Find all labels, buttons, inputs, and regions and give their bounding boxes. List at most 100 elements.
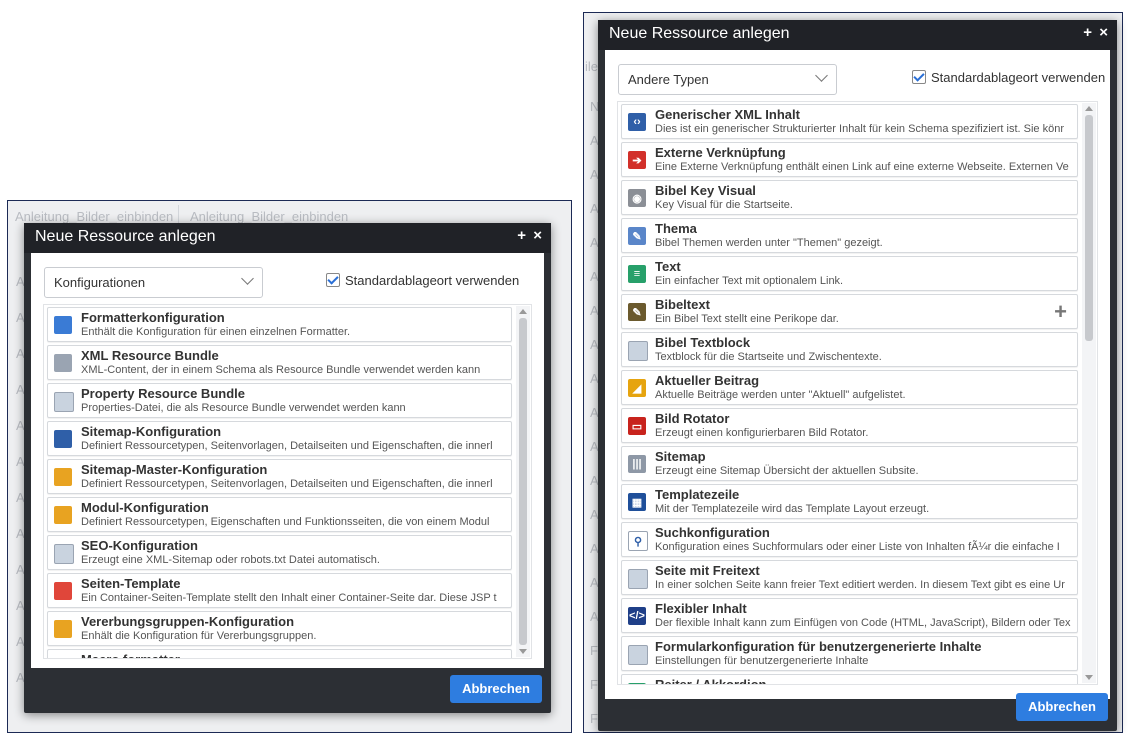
list-item[interactable]: XML Resource Bundle XML-Content, der in e… <box>47 345 512 380</box>
dialog-title: Neue Ressource anlegen <box>609 25 790 42</box>
item-description: Bibel Themen werden unter "Themen" gezei… <box>655 237 883 249</box>
list-item[interactable]: ☰Reiter / AkkordionErzeugt mehrere Reite… <box>621 674 1078 685</box>
list-item[interactable]: Formatterkonfiguration Enthält die Konfig… <box>47 307 512 342</box>
chevron-down-icon <box>815 69 828 82</box>
checkbox-icon <box>326 273 340 287</box>
list-item[interactable]: Seite mit Freitext In einer solchen Seite… <box>621 560 1078 595</box>
item-description: Dies ist ein generischer Strukturierter … <box>655 123 1064 135</box>
wrench-config-icon <box>54 316 72 334</box>
item-title: Seiten-Template <box>81 576 181 591</box>
item-title: Reiter / Akkordion <box>655 677 767 685</box>
dialog-header: Neue Ressource anlegen + × <box>24 223 551 253</box>
item-description: Enthält die Konfiguration für einen einz… <box>81 326 351 338</box>
list-item[interactable]: ≡ Text Ein einfacher Text mit optionalem L… <box>621 256 1078 291</box>
item-title: Property Resource Bundle <box>81 386 245 401</box>
list-item[interactable]: ‹› Generischer XML Inhalt Dies ist ein gen… <box>621 104 1078 139</box>
default-location-checkbox[interactable]: Standardablageort verwenden <box>326 273 519 288</box>
search-icon: ⚲ <box>628 531 648 551</box>
bg-header-cell: Anleitung_Bilder_einbinden <box>190 209 349 224</box>
list-item[interactable]: SEO-Konfiguration Erzeugt eine XML-Sitema… <box>47 535 512 570</box>
add-plus-icon[interactable]: + <box>1054 299 1067 325</box>
list-item[interactable]: Formularkonfiguration für benutzergeneri… <box>621 636 1078 671</box>
scroll-up-arrow-icon[interactable] <box>1085 106 1093 111</box>
item-title: Bibel Textblock <box>655 335 751 350</box>
chevron-down-icon <box>241 272 254 285</box>
scrollbar-thumb[interactable] <box>519 318 527 645</box>
list-scrollbar[interactable] <box>1082 103 1096 683</box>
list-item[interactable]: Sitemap-Master-Konfiguration Definiert Re… <box>47 459 512 494</box>
list-item[interactable]: ➔ Externe Verknüpfung Eine Externe Verknüp… <box>621 142 1078 177</box>
item-description: Ein einfacher Text mit optionalem Link. <box>655 275 844 287</box>
close-button[interactable]: × <box>1099 24 1108 41</box>
list-item[interactable]: ◢ Aktueller Beitrag Aktuelle Beiträge werd… <box>621 370 1078 405</box>
item-description: Einstellungen für benutzergenerierte Inh… <box>655 655 869 667</box>
item-title: Seite mit Freitext <box>655 563 760 578</box>
select-value: Konfigurationen <box>54 275 146 290</box>
scroll-down-arrow-icon[interactable] <box>1085 675 1093 680</box>
bible-book-icon: ✎ <box>628 303 646 321</box>
list-item[interactable]: </> Flexibler Inhalt Der flexible Inhalt k… <box>621 598 1078 633</box>
item-description: Konfiguration eines Suchformulars oder e… <box>655 541 1060 553</box>
list-item[interactable]: ▦ Templatezeile Mit der Templatezeile wird… <box>621 484 1078 519</box>
list-item[interactable]: Seiten-Template Ein Container-Seiten-Temp… <box>47 573 512 608</box>
macro-wrench-icon <box>54 658 72 659</box>
module-config-icon <box>54 506 72 524</box>
item-title: Aktueller Beitrag <box>655 373 760 388</box>
new-resource-dialog-left: Neue Ressource anlegen + × Konfiguration… <box>24 223 551 713</box>
page-template-icon <box>54 582 72 600</box>
checkbox-label: Standardablageort verwenden <box>931 70 1106 85</box>
list-item[interactable]: ✎ Bibeltext Ein Bibel Text stellt eine Per… <box>621 294 1078 329</box>
item-title: Macro formatter <box>81 652 180 658</box>
list-item[interactable]: ||| Sitemap Erzeugt eine Sitemap Übersicht… <box>621 446 1078 481</box>
bg-separator <box>178 205 179 225</box>
resource-type-list: ‹› Generischer XML Inhalt Dies ist ein gen… <box>617 101 1098 685</box>
list-scrollbar[interactable] <box>516 306 530 657</box>
scroll-down-arrow-icon[interactable] <box>519 649 527 654</box>
cancel-button[interactable]: Abbrechen <box>450 675 542 703</box>
resource-type-select[interactable]: Konfigurationen <box>44 267 263 298</box>
list-item[interactable]: Property Resource Bundle Properties-Datei… <box>47 383 512 418</box>
scroll-up-arrow-icon[interactable] <box>519 309 527 314</box>
item-title: Formatterkonfiguration <box>81 310 225 325</box>
list-item[interactable]: Sitemap-Konfiguration Definiert Ressource… <box>47 421 512 456</box>
item-title: Sitemap-Konfiguration <box>81 424 222 439</box>
list-item[interactable]: Bibel Textblock Textblock für die Startse… <box>621 332 1078 367</box>
item-description: Eine Externe Verknüpfung enthält einen L… <box>655 161 1069 173</box>
checkbox-icon <box>912 70 926 84</box>
resource-type-select[interactable]: Andere Typen <box>618 64 837 95</box>
form-config-icon <box>628 645 648 665</box>
item-title: Externe Verknüpfung <box>655 145 786 160</box>
maximize-plus-button[interactable]: + <box>1083 24 1092 41</box>
maximize-plus-button[interactable]: + <box>517 227 526 244</box>
dialog-footer: Abbrechen <box>24 671 551 713</box>
checkbox-label: Standardablageort verwenden <box>345 273 520 288</box>
item-description: Der flexible Inhalt kann zum Einfügen vo… <box>655 617 1071 629</box>
item-title: Vererbungsgruppen-Konfiguration <box>81 614 295 629</box>
list-item[interactable]: ◉ Bibel Key Visual Key Visual für die Star… <box>621 180 1078 215</box>
sitemap-master-icon <box>54 468 72 486</box>
list-item[interactable]: ✎ Thema Bibel Themen werden unter "Themen"… <box>621 218 1078 253</box>
scrollbar-thumb[interactable] <box>1085 115 1093 341</box>
item-description: Key Visual für die Startseite. <box>655 199 793 211</box>
item-title: Thema <box>655 221 697 236</box>
item-title: Sitemap <box>655 449 706 464</box>
list-item[interactable]: Vererbungsgruppen-Konfiguration Enhält di… <box>47 611 512 646</box>
close-button[interactable]: × <box>533 227 542 244</box>
item-description: Erzeugt eine XML-Sitemap oder robots.txt… <box>81 554 380 566</box>
item-title: Text <box>655 259 681 274</box>
default-location-checkbox[interactable]: Standardablageort verwenden <box>912 70 1105 85</box>
new-resource-dialog-right: Neue Ressource anlegen + × Andere Typen … <box>598 20 1117 731</box>
item-description: Definiert Ressourcetypen, Seitenvorlagen… <box>81 440 493 452</box>
bg-header-cell: Anleitung_Bilder_einbinden <box>15 209 174 224</box>
textblock-file-icon <box>628 341 648 361</box>
item-title: Formularkonfiguration für benutzergeneri… <box>655 639 982 654</box>
item-description: Definiert Ressourcetypen, Seitenvorlagen… <box>81 478 493 490</box>
list-item[interactable]: ▭ Bild Rotator Erzeugt einen konfigurierba… <box>621 408 1078 443</box>
list-item[interactable]: Modul-Konfiguration Definiert Ressourcety… <box>47 497 512 532</box>
list-item[interactable]: Macro formatterMacro formatters are used… <box>47 649 512 659</box>
item-title: Flexibler Inhalt <box>655 601 747 616</box>
item-description: Erzeugt einen konfigurierbaren Bild Rota… <box>655 427 869 439</box>
grid-template-icon: ▦ <box>628 493 646 511</box>
list-item[interactable]: ⚲ Suchkonfiguration Konfiguration eines Su… <box>621 522 1078 557</box>
cancel-button[interactable]: Abbrechen <box>1016 693 1108 721</box>
